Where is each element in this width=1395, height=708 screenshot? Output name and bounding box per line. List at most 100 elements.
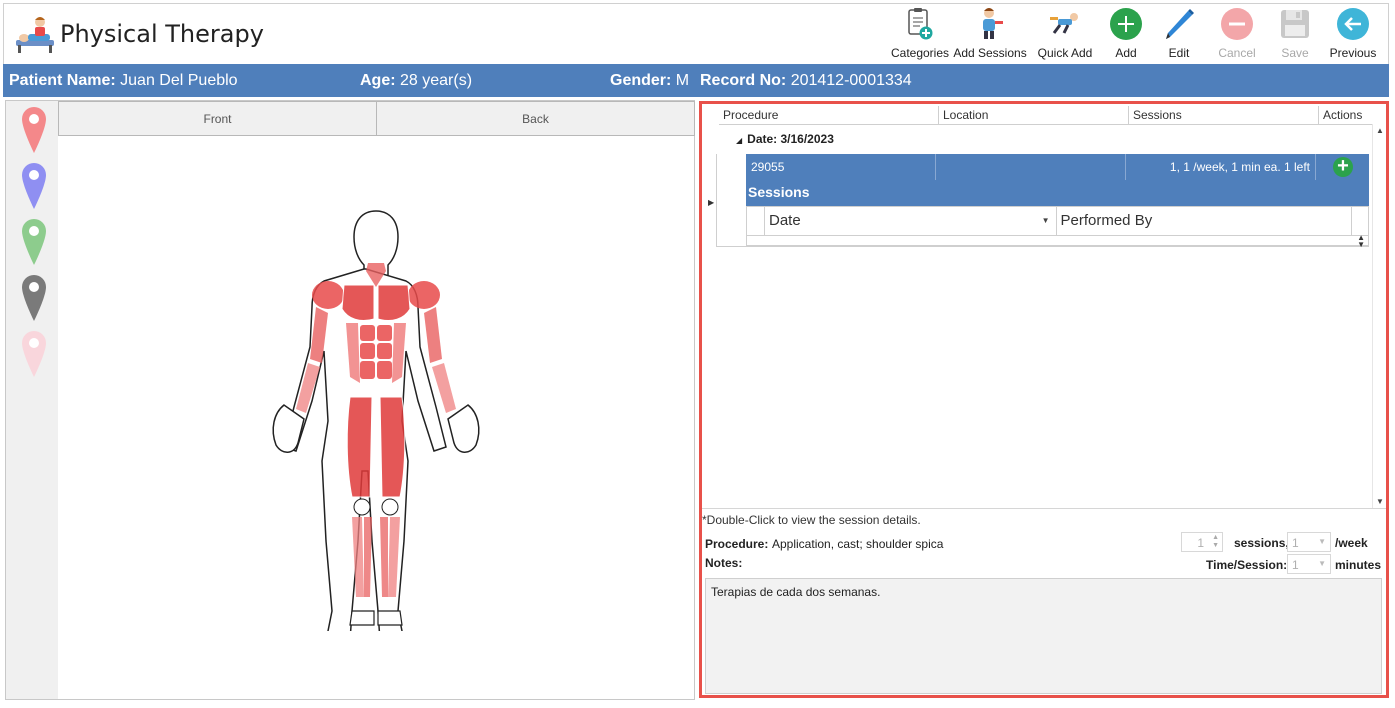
cell-sessions: 1, 1 /week, 1 min ea. 1 left <box>1126 154 1316 180</box>
notes-label: Notes: <box>705 556 743 570</box>
procedures-panel: Procedure Location Sessions Actions ◢ Dat… <box>699 101 1389 698</box>
patient-gender: Gender: M <box>610 72 689 90</box>
add-sessions-button[interactable]: Add Sessions <box>952 6 1028 64</box>
row-indicator-icon: ▶ <box>708 198 715 207</box>
edit-button[interactable]: Edit <box>1150 6 1208 64</box>
sessions-subgrid: Date ▼ Performed By ▲ ▼ <box>746 206 1369 249</box>
sessions-count-value: 1 <box>1197 536 1204 550</box>
subgrid-footer: ▲ ▼ <box>747 234 1368 249</box>
patient-name-value: Juan Del Pueblo <box>120 72 238 89</box>
add-sessions-icon <box>972 6 1008 42</box>
sort-arrow-icon[interactable]: ▼ <box>1042 216 1050 225</box>
arrow-left-circle-icon <box>1335 6 1371 42</box>
map-pin-icon[interactable] <box>20 273 48 323</box>
categories-label: Categories <box>890 46 950 60</box>
add-button[interactable]: Add <box>1102 6 1150 64</box>
notes-textarea[interactable]: Terapias de cada dos semanas. <box>705 578 1382 694</box>
column-actions[interactable]: Actions <box>1319 106 1372 125</box>
plus-circle-icon <box>1108 6 1144 42</box>
add-session-plus-icon[interactable]: + <box>1333 156 1353 177</box>
add-label: Add <box>1115 46 1137 60</box>
column-sessions[interactable]: Sessions <box>1129 106 1319 125</box>
map-pin-icon[interactable] <box>20 217 48 267</box>
column-procedure[interactable]: Procedure <box>719 106 939 125</box>
app-header: Physical Therapy Categories Add Sessions… <box>3 3 1389 64</box>
save-button[interactable]: Save <box>1266 6 1324 64</box>
cancel-button[interactable]: Cancel <box>1208 6 1266 64</box>
patient-age-label: Age: <box>360 72 396 89</box>
previous-button[interactable]: Previous <box>1324 6 1382 64</box>
map-pin-icon[interactable] <box>20 329 48 379</box>
scroll-up-icon[interactable]: ▲ <box>1376 126 1384 135</box>
procedures-grid: Procedure Location Sessions Actions ◢ Dat… <box>702 104 1386 508</box>
time-session-select[interactable]: 1 ▼ <box>1287 554 1331 574</box>
patient-gender-label: Gender: <box>610 72 672 89</box>
procedure-label: Procedure: <box>705 537 769 551</box>
patient-gender-value: M <box>675 72 690 89</box>
quick-add-button[interactable]: Quick Add <box>1028 6 1102 64</box>
patient-info-bar: Patient Name: Juan Del Pueblo Age: 28 ye… <box>3 64 1389 97</box>
date-group-row[interactable]: ◢ Date: 3/16/2023 <box>736 132 834 146</box>
spin-arrows-icon[interactable]: ▲ ▼ <box>1357 234 1365 249</box>
cell-procedure: 29055 <box>746 154 936 180</box>
column-location[interactable]: Location <box>939 106 1129 125</box>
pin-shape <box>22 331 46 377</box>
patient-record-value: 201412-0001334 <box>790 72 912 89</box>
time-session-value: 1 <box>1292 558 1299 572</box>
add-sessions-label: Add Sessions <box>953 46 1027 60</box>
pin-shape <box>22 275 46 321</box>
pin-palette <box>6 101 58 699</box>
procedure-value: Application, cast; shoulder spica <box>772 537 944 551</box>
sessions-count-stepper[interactable]: 1 ▲ ▼ <box>1181 532 1223 552</box>
patient-record-label: Record No: <box>700 72 787 89</box>
map-pin-icon[interactable] <box>20 105 48 155</box>
pencil-icon <box>1161 6 1197 42</box>
double-click-hint: *Double-Click to view the session detail… <box>702 513 921 527</box>
collapse-triangle-icon[interactable]: ◢ <box>736 136 742 145</box>
cell-actions: + <box>1316 154 1369 180</box>
patient-age-value: 28 year(s) <box>400 72 473 89</box>
grid-header: Procedure Location Sessions Actions <box>719 106 1372 125</box>
cell-location <box>936 154 1126 180</box>
subcolumn-performed-by[interactable]: Performed By <box>1057 207 1352 235</box>
dropdown-arrow-icon[interactable]: ▼ <box>1318 559 1326 568</box>
sessions-unit-label: sessions, <box>1234 536 1289 550</box>
stepper-arrows-icon[interactable]: ▲ ▼ <box>1212 534 1219 550</box>
patient-name: Patient Name: Juan Del Pueblo <box>9 72 238 90</box>
app-title: Physical Therapy <box>60 20 264 48</box>
per-week-select[interactable]: 1 ▼ <box>1287 532 1331 552</box>
time-session-label: Time/Session: <box>1206 558 1288 572</box>
therapy-logo-icon <box>14 14 58 54</box>
edit-label: Edit <box>1168 46 1190 60</box>
patient-age: Age: 28 year(s) <box>360 72 472 90</box>
cancel-circle-icon <box>1219 6 1255 42</box>
quick-add-label: Quick Add <box>1037 46 1093 60</box>
toolbar: Categories Add Sessions Quick Add Add Ed… <box>888 6 1382 64</box>
categories-icon <box>902 6 938 42</box>
per-week-label: /week <box>1335 536 1368 550</box>
anatomy-figure[interactable] <box>266 207 486 642</box>
body-map-panel: Front Back <box>5 100 695 700</box>
minutes-label: minutes <box>1335 558 1382 572</box>
save-label: Save <box>1281 46 1309 60</box>
vertical-scrollbar[interactable]: ▲ ▼ <box>1372 124 1386 508</box>
scroll-down-icon[interactable]: ▼ <box>1376 497 1384 506</box>
previous-label: Previous <box>1329 46 1377 60</box>
categories-button[interactable]: Categories <box>888 6 952 64</box>
pin-shape <box>22 107 46 153</box>
pin-shape <box>22 163 46 209</box>
map-pin-icon[interactable] <box>20 161 48 211</box>
subgrid-header: Date ▼ Performed By <box>764 207 1352 235</box>
table-row[interactable]: 29055 1, 1 /week, 1 min ea. 1 left + <box>746 154 1369 180</box>
subcolumn-date[interactable]: Date ▼ <box>765 207 1057 235</box>
patient-name-label: Patient Name: <box>9 72 116 89</box>
tab-back[interactable]: Back <box>377 101 695 136</box>
date-group-label: Date: 3/16/2023 <box>747 132 834 146</box>
quick-add-icon <box>1047 6 1083 42</box>
dropdown-arrow-icon[interactable]: ▼ <box>1318 537 1326 546</box>
floppy-disk-icon <box>1277 6 1313 42</box>
cancel-label: Cancel <box>1218 46 1256 60</box>
tab-front[interactable]: Front <box>58 101 377 136</box>
sessions-subtitle: Sessions <box>746 180 1369 206</box>
body-view-tabs: Front Back <box>58 101 695 136</box>
